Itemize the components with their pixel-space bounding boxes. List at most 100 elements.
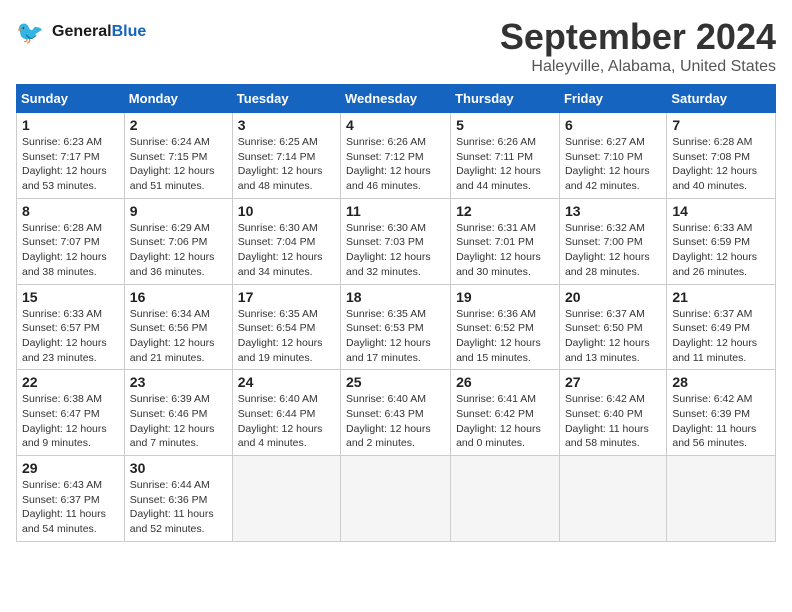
day-info: Sunrise: 6:32 AM Sunset: 7:00 PM Dayligh… xyxy=(565,221,661,280)
day-number: 27 xyxy=(565,374,661,390)
day-number: 3 xyxy=(238,117,335,133)
calendar-day-cell: 23 Sunrise: 6:39 AM Sunset: 6:46 PM Dayli… xyxy=(124,370,232,456)
col-sunday: Sunday xyxy=(17,85,125,113)
svg-text:🐦: 🐦 xyxy=(16,20,44,45)
calendar-week-row: 22 Sunrise: 6:38 AM Sunset: 6:47 PM Dayli… xyxy=(17,370,776,456)
day-number: 26 xyxy=(456,374,554,390)
day-number: 15 xyxy=(22,289,119,305)
calendar-day-cell: 21Sunrise: 6:37 AM Sunset: 6:49 PM Dayli… xyxy=(667,284,776,370)
day-info: Sunrise: 6:29 AM Sunset: 7:06 PM Dayligh… xyxy=(130,221,227,280)
day-info: Sunrise: 6:36 AM Sunset: 6:52 PM Dayligh… xyxy=(456,307,554,366)
logo-text: GeneralBlue xyxy=(52,23,146,41)
day-info: Sunrise: 6:40 AM Sunset: 6:43 PM Dayligh… xyxy=(346,392,445,451)
calendar-day-cell: 22 Sunrise: 6:38 AM Sunset: 6:47 PM Dayli… xyxy=(17,370,125,456)
day-info: Sunrise: 6:26 AM Sunset: 7:12 PM Dayligh… xyxy=(346,135,445,194)
calendar-day-cell: 26 Sunrise: 6:41 AM Sunset: 6:42 PM Dayli… xyxy=(451,370,560,456)
day-info: Sunrise: 6:44 AM Sunset: 6:36 PM Dayligh… xyxy=(130,478,227,537)
calendar-day-cell xyxy=(341,456,451,542)
calendar-day-cell: 8 Sunrise: 6:28 AM Sunset: 7:07 PM Daylig… xyxy=(17,198,125,284)
calendar-day-cell: 4Sunrise: 6:26 AM Sunset: 7:12 PM Daylig… xyxy=(341,113,451,199)
col-friday: Friday xyxy=(559,85,666,113)
day-number: 2 xyxy=(130,117,227,133)
calendar-day-cell: 6 Sunrise: 6:27 AM Sunset: 7:10 PM Daylig… xyxy=(559,113,666,199)
day-number: 10 xyxy=(238,203,335,219)
day-info: Sunrise: 6:34 AM Sunset: 6:56 PM Dayligh… xyxy=(130,307,227,366)
day-info: Sunrise: 6:42 AM Sunset: 6:40 PM Dayligh… xyxy=(565,392,661,451)
calendar-day-cell: 20 Sunrise: 6:37 AM Sunset: 6:50 PM Dayli… xyxy=(559,284,666,370)
day-info: Sunrise: 6:41 AM Sunset: 6:42 PM Dayligh… xyxy=(456,392,554,451)
calendar-week-row: 29 Sunrise: 6:43 AM Sunset: 6:37 PM Dayli… xyxy=(17,456,776,542)
calendar-header-row: Sunday Monday Tuesday Wednesday Thursday… xyxy=(17,85,776,113)
col-wednesday: Wednesday xyxy=(341,85,451,113)
day-number: 28 xyxy=(672,374,770,390)
day-number: 6 xyxy=(565,117,661,133)
day-number: 30 xyxy=(130,460,227,476)
day-number: 8 xyxy=(22,203,119,219)
day-info: Sunrise: 6:40 AM Sunset: 6:44 PM Dayligh… xyxy=(238,392,335,451)
calendar-day-cell: 1 Sunrise: 6:23 AM Sunset: 7:17 PM Daylig… xyxy=(17,113,125,199)
day-info: Sunrise: 6:37 AM Sunset: 6:50 PM Dayligh… xyxy=(565,307,661,366)
calendar-day-cell: 12 Sunrise: 6:31 AM Sunset: 7:01 PM Dayli… xyxy=(451,198,560,284)
calendar-day-cell xyxy=(667,456,776,542)
day-number: 5 xyxy=(456,117,554,133)
calendar-week-row: 15 Sunrise: 6:33 AM Sunset: 6:57 PM Dayli… xyxy=(17,284,776,370)
day-number: 22 xyxy=(22,374,119,390)
day-number: 12 xyxy=(456,203,554,219)
calendar-day-cell: 5 Sunrise: 6:26 AM Sunset: 7:11 PM Daylig… xyxy=(451,113,560,199)
day-number: 11 xyxy=(346,203,445,219)
calendar-day-cell: 24 Sunrise: 6:40 AM Sunset: 6:44 PM Dayli… xyxy=(232,370,340,456)
day-info: Sunrise: 6:43 AM Sunset: 6:37 PM Dayligh… xyxy=(22,478,119,537)
calendar-week-row: 1 Sunrise: 6:23 AM Sunset: 7:17 PM Daylig… xyxy=(17,113,776,199)
day-number: 19 xyxy=(456,289,554,305)
calendar-day-cell: 29 Sunrise: 6:43 AM Sunset: 6:37 PM Dayli… xyxy=(17,456,125,542)
day-info: Sunrise: 6:38 AM Sunset: 6:47 PM Dayligh… xyxy=(22,392,119,451)
day-info: Sunrise: 6:30 AM Sunset: 7:03 PM Dayligh… xyxy=(346,221,445,280)
day-number: 13 xyxy=(565,203,661,219)
calendar-day-cell: 30 Sunrise: 6:44 AM Sunset: 6:36 PM Dayli… xyxy=(124,456,232,542)
calendar-day-cell: 2 Sunrise: 6:24 AM Sunset: 7:15 PM Daylig… xyxy=(124,113,232,199)
calendar-table: Sunday Monday Tuesday Wednesday Thursday… xyxy=(16,84,776,542)
day-info: Sunrise: 6:28 AM Sunset: 7:07 PM Dayligh… xyxy=(22,221,119,280)
day-info: Sunrise: 6:25 AM Sunset: 7:14 PM Dayligh… xyxy=(238,135,335,194)
month-title: September 2024 xyxy=(500,16,776,58)
logo-icon: 🐦 xyxy=(16,16,48,48)
col-saturday: Saturday xyxy=(667,85,776,113)
day-info: Sunrise: 6:26 AM Sunset: 7:11 PM Dayligh… xyxy=(456,135,554,194)
day-number: 1 xyxy=(22,117,119,133)
day-info: Sunrise: 6:23 AM Sunset: 7:17 PM Dayligh… xyxy=(22,135,119,194)
day-info: Sunrise: 6:24 AM Sunset: 7:15 PM Dayligh… xyxy=(130,135,227,194)
calendar-day-cell: 17Sunrise: 6:35 AM Sunset: 6:54 PM Dayli… xyxy=(232,284,340,370)
day-info: Sunrise: 6:33 AM Sunset: 6:57 PM Dayligh… xyxy=(22,307,119,366)
day-number: 23 xyxy=(130,374,227,390)
day-info: Sunrise: 6:27 AM Sunset: 7:10 PM Dayligh… xyxy=(565,135,661,194)
day-info: Sunrise: 6:30 AM Sunset: 7:04 PM Dayligh… xyxy=(238,221,335,280)
page-header: 🐦 GeneralBlue September 2024 Haleyville,… xyxy=(16,16,776,76)
day-number: 20 xyxy=(565,289,661,305)
calendar-day-cell: 28Sunrise: 6:42 AM Sunset: 6:39 PM Dayli… xyxy=(667,370,776,456)
calendar-day-cell: 11 Sunrise: 6:30 AM Sunset: 7:03 PM Dayli… xyxy=(341,198,451,284)
day-number: 29 xyxy=(22,460,119,476)
calendar-day-cell xyxy=(559,456,666,542)
calendar-day-cell: 13 Sunrise: 6:32 AM Sunset: 7:00 PM Dayli… xyxy=(559,198,666,284)
calendar-day-cell: 15 Sunrise: 6:33 AM Sunset: 6:57 PM Dayli… xyxy=(17,284,125,370)
calendar-day-cell xyxy=(451,456,560,542)
calendar-day-cell: 9 Sunrise: 6:29 AM Sunset: 7:06 PM Daylig… xyxy=(124,198,232,284)
col-monday: Monday xyxy=(124,85,232,113)
day-number: 17 xyxy=(238,289,335,305)
calendar-day-cell: 27 Sunrise: 6:42 AM Sunset: 6:40 PM Dayli… xyxy=(559,370,666,456)
day-number: 14 xyxy=(672,203,770,219)
day-number: 9 xyxy=(130,203,227,219)
day-number: 18 xyxy=(346,289,445,305)
calendar-day-cell: 18Sunrise: 6:35 AM Sunset: 6:53 PM Dayli… xyxy=(341,284,451,370)
calendar-day-cell xyxy=(232,456,340,542)
day-info: Sunrise: 6:28 AM Sunset: 7:08 PM Dayligh… xyxy=(672,135,770,194)
logo: 🐦 GeneralBlue xyxy=(16,16,146,48)
day-number: 24 xyxy=(238,374,335,390)
day-info: Sunrise: 6:31 AM Sunset: 7:01 PM Dayligh… xyxy=(456,221,554,280)
calendar-day-cell: 14Sunrise: 6:33 AM Sunset: 6:59 PM Dayli… xyxy=(667,198,776,284)
day-info: Sunrise: 6:37 AM Sunset: 6:49 PM Dayligh… xyxy=(672,307,770,366)
calendar-day-cell: 19 Sunrise: 6:36 AM Sunset: 6:52 PM Dayli… xyxy=(451,284,560,370)
day-info: Sunrise: 6:39 AM Sunset: 6:46 PM Dayligh… xyxy=(130,392,227,451)
location-subtitle: Haleyville, Alabama, United States xyxy=(500,58,776,76)
day-number: 25 xyxy=(346,374,445,390)
